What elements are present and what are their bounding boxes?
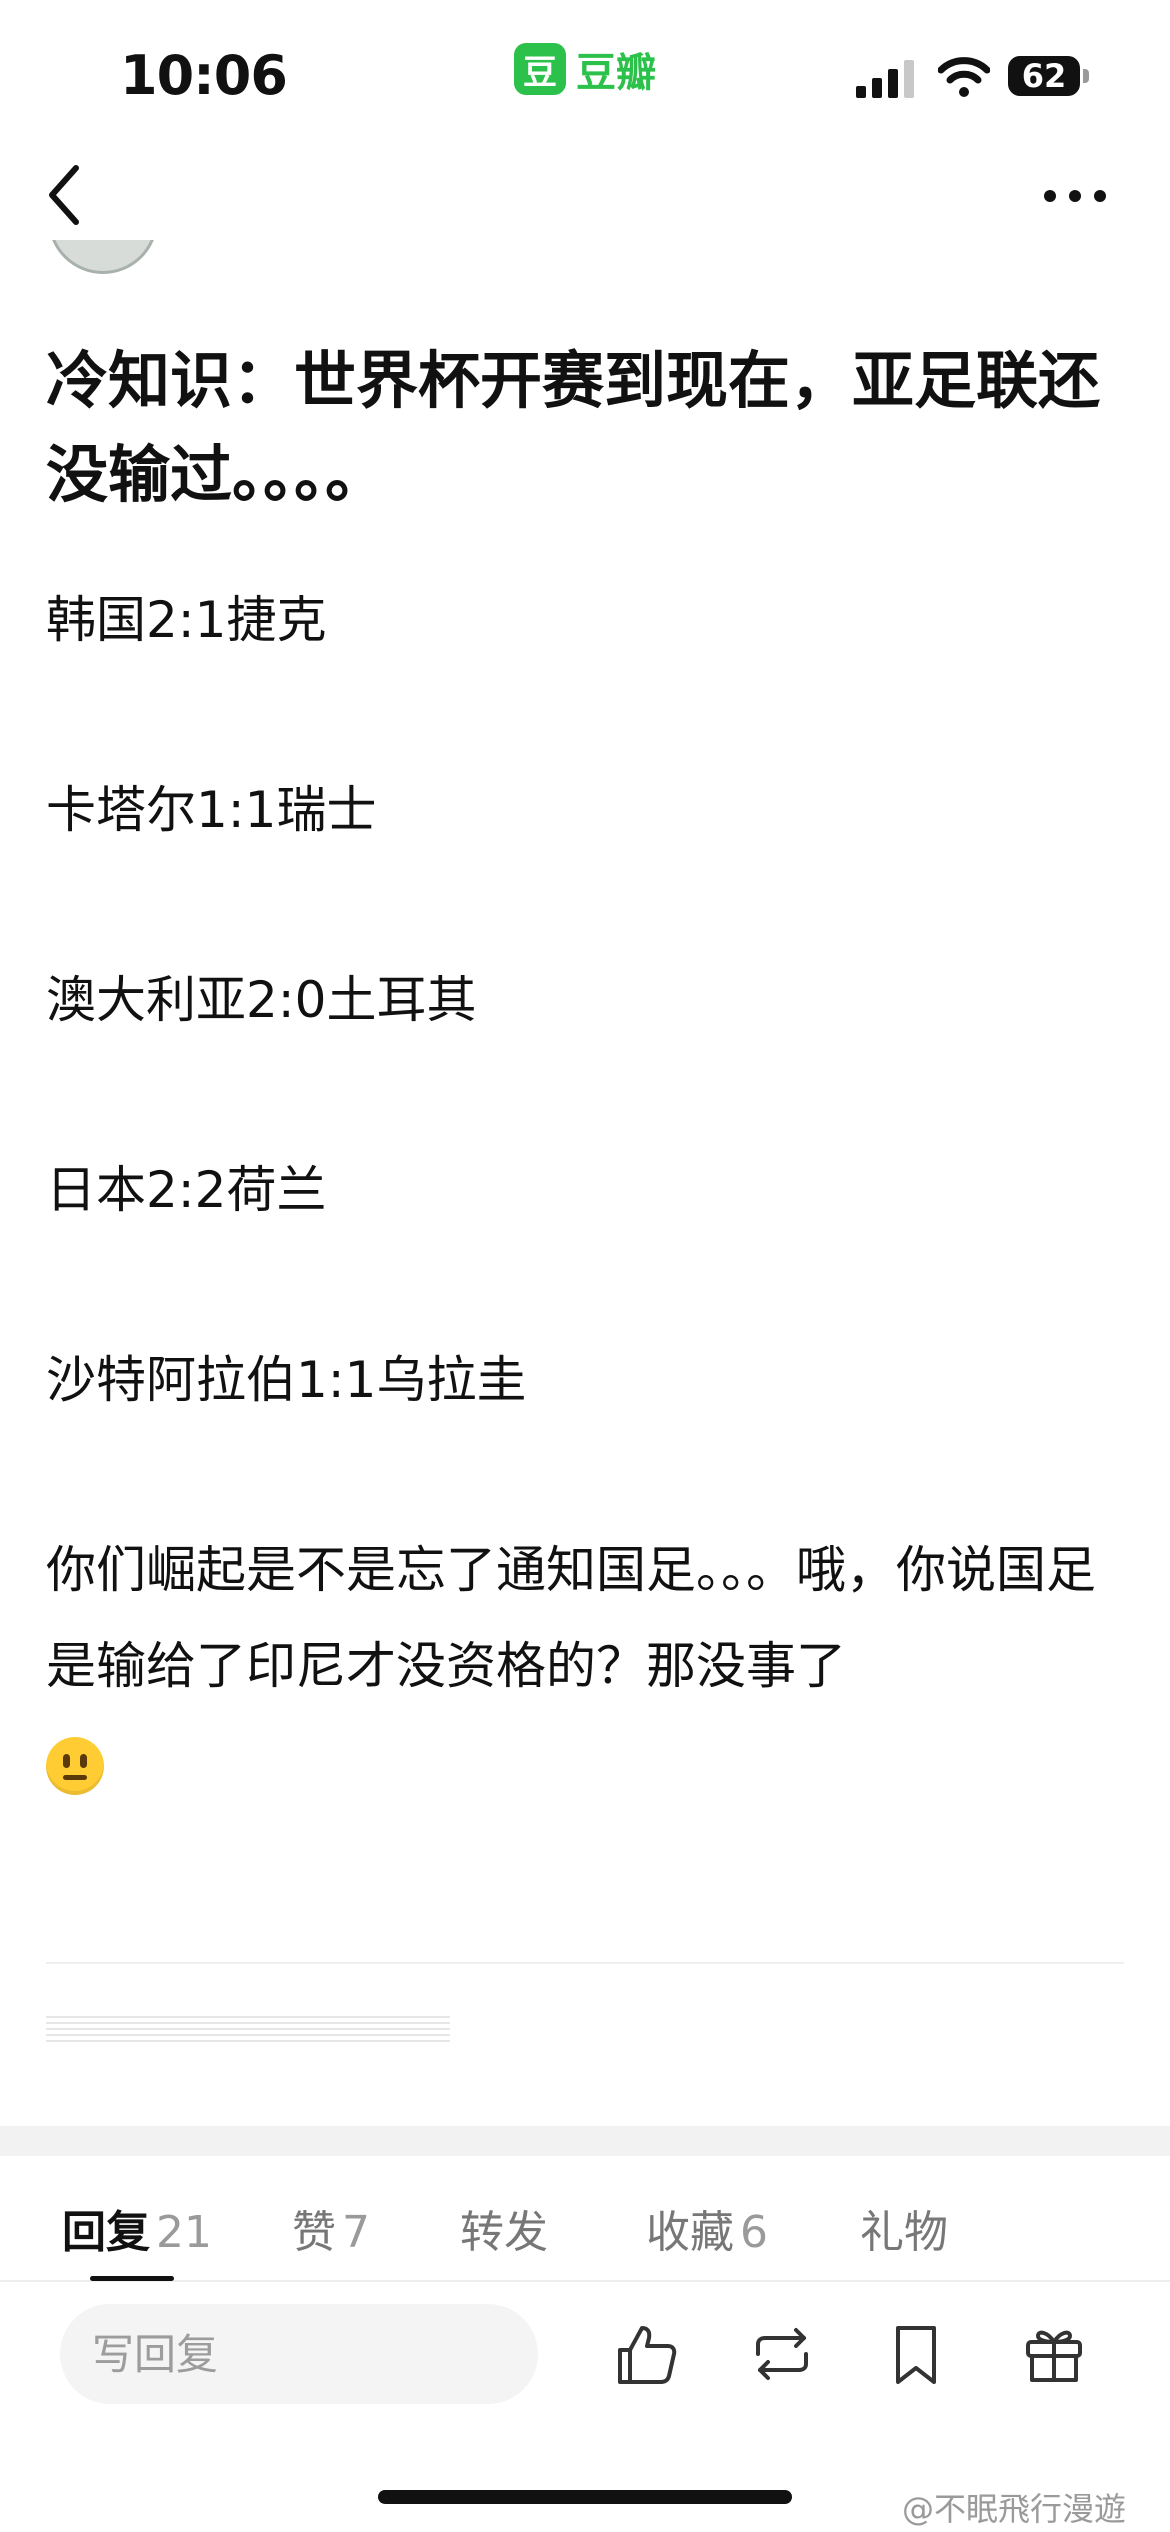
tab-replies[interactable]: 回复 21 (62, 2196, 212, 2260)
back-icon[interactable] (40, 160, 90, 230)
tab-gifts[interactable]: 礼物 (860, 2196, 948, 2260)
tab-count: 6 (740, 2207, 768, 2258)
home-indicator[interactable] (378, 2490, 792, 2504)
tab-label: 收藏 (646, 2207, 734, 2258)
tab-label: 礼物 (860, 2207, 948, 2258)
tab-label: 回复 (62, 2207, 150, 2258)
result-line: 韩国2:1捷克 (46, 591, 327, 649)
closing-text: 你们崛起是不是忘了通知国足。。。哦，你说国足是输给了印尼才没资格的？那没事了 (46, 1541, 1096, 1695)
bookmark-icon[interactable] (882, 2320, 950, 2388)
weibo-watermark: @不眠飛行漫遊 (902, 2490, 1127, 2528)
reply-input[interactable] (60, 2304, 538, 2404)
tab-likes[interactable]: 赞7 (292, 2196, 370, 2260)
tab-label: 转发 (460, 2207, 548, 2258)
wifi-icon (938, 57, 990, 97)
result-line: 沙特阿拉伯1:1乌拉圭 (46, 1351, 527, 1409)
blurred-post-meta (46, 2016, 450, 2044)
result-line: 澳大利亚2:0土耳其 (46, 971, 477, 1029)
section-separator (0, 2126, 1170, 2156)
like-icon[interactable] (612, 2320, 680, 2388)
active-tab-indicator (90, 2276, 174, 2281)
tab-collections[interactable]: 收藏 6 (646, 2196, 768, 2260)
result-line: 卡塔尔1:1瑞士 (46, 781, 377, 839)
more-options-icon[interactable] (1040, 176, 1110, 216)
tab-count: 21 (156, 2207, 212, 2258)
status-time: 10:06 (120, 44, 288, 107)
post-closing-text: 你们崛起是不是忘了通知国足。。。哦，你说国足是输给了印尼才没资格的？那没事了 (46, 1522, 1126, 1810)
tab-reposts[interactable]: 转发 (460, 2196, 548, 2260)
content-divider (46, 1962, 1124, 1964)
cellular-signal-icon (856, 60, 914, 98)
battery-indicator: 62 (1008, 56, 1080, 96)
gift-icon[interactable] (1020, 2320, 1088, 2388)
result-line: 日本2:2荷兰 (46, 1161, 327, 1219)
interaction-tabs: 回复 21 赞7 转发 收藏 6 礼物 (0, 2156, 1170, 2282)
app-badge: 豆 豆瓣 (514, 40, 656, 98)
tab-count: 7 (342, 2207, 370, 2258)
post-title: 冷知识：世界杯开赛到现在，亚足联还没输过。。。。 (46, 344, 1101, 511)
tab-label: 赞 (292, 2207, 336, 2258)
battery-cap (1083, 69, 1089, 83)
status-bar: 10:06 豆 豆瓣 62 (0, 0, 1170, 150)
repost-icon[interactable] (748, 2320, 816, 2388)
author-avatar[interactable] (48, 240, 158, 274)
douban-logo-icon: 豆 (514, 43, 566, 95)
app-name: 豆瓣 (576, 50, 656, 96)
neutral-face-icon (46, 1736, 104, 1795)
